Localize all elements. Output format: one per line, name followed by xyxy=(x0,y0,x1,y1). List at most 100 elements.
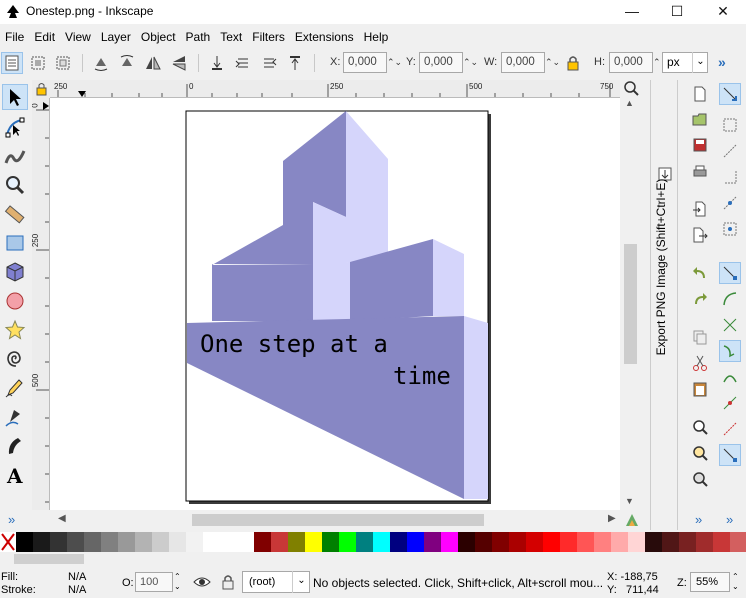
x-spinner[interactable]: ⌃⌄ xyxy=(387,52,402,73)
y-spinner[interactable]: ⌃⌄ xyxy=(463,52,478,73)
snap-nodes-icon[interactable] xyxy=(719,262,741,284)
chevron-down-icon[interactable]: ⌄ xyxy=(292,571,310,593)
snap-line-midpoints-icon[interactable] xyxy=(719,392,741,414)
color-swatch[interactable] xyxy=(118,532,135,552)
color-swatch[interactable] xyxy=(611,532,628,552)
color-swatch[interactable] xyxy=(322,532,339,552)
tweak-tool-icon[interactable] xyxy=(2,143,28,169)
menu-file[interactable]: File xyxy=(0,27,29,47)
menu-object[interactable]: Object xyxy=(136,27,181,47)
color-swatch[interactable] xyxy=(560,532,577,552)
zoom-page-icon[interactable] xyxy=(689,468,711,490)
3d-box-tool-icon[interactable] xyxy=(2,259,28,285)
save-document-icon[interactable] xyxy=(689,134,711,156)
fill-value[interactable]: N/A xyxy=(68,571,86,583)
color-swatch[interactable] xyxy=(628,532,645,552)
new-document-icon[interactable] xyxy=(689,83,711,105)
snap-cusp-nodes-icon[interactable] xyxy=(719,340,741,362)
snap-smooth-nodes-icon[interactable] xyxy=(719,366,741,388)
color-swatch[interactable] xyxy=(220,532,237,552)
zoom-field[interactable]: 55% xyxy=(690,572,730,592)
lower-to-bottom-icon[interactable] xyxy=(206,52,228,74)
color-swatch[interactable] xyxy=(339,532,356,552)
cut-icon[interactable] xyxy=(689,352,711,374)
flip-horizontal-icon[interactable] xyxy=(142,52,164,74)
menu-filters[interactable]: Filters xyxy=(247,27,290,47)
snap-intersections-icon[interactable] xyxy=(719,314,741,336)
menu-edit[interactable]: Edit xyxy=(29,27,60,47)
raise-to-top-icon[interactable] xyxy=(284,52,306,74)
scroll-left-icon[interactable]: ◀ xyxy=(58,513,66,524)
maximize-button[interactable]: ☐ xyxy=(654,0,700,24)
snap-bbox-corner-icon[interactable] xyxy=(719,166,741,188)
horizontal-scrollbar[interactable]: ◀ ▶ xyxy=(50,512,620,528)
eye-visibility-icon[interactable] xyxy=(192,573,212,591)
color-swatch[interactable] xyxy=(203,532,220,552)
menu-extensions[interactable]: Extensions xyxy=(290,27,359,47)
menu-help[interactable]: Help xyxy=(359,27,394,47)
selector-tool-icon[interactable] xyxy=(2,84,28,110)
layer-lock-icon[interactable] xyxy=(220,573,236,591)
drawing-canvas[interactable]: One step at a time xyxy=(50,98,620,510)
stroke-value[interactable]: N/A xyxy=(68,584,86,596)
scroll-down-icon[interactable]: ▼ xyxy=(625,496,634,506)
horizontal-scroll-thumb[interactable] xyxy=(192,514,484,526)
vertical-scrollbar[interactable]: ▲ ▼ xyxy=(622,98,638,510)
y-field[interactable]: 0,000 xyxy=(419,52,463,73)
export-png-tab[interactable]: Export PNG Image (Shift+Ctrl+E) xyxy=(654,177,668,357)
snap-bbox-icon[interactable] xyxy=(719,114,741,136)
color-swatch[interactable] xyxy=(679,532,696,552)
color-swatch[interactable] xyxy=(577,532,594,552)
menu-path[interactable]: Path xyxy=(181,27,216,47)
no-paint-swatch[interactable] xyxy=(0,532,16,552)
color-swatch[interactable] xyxy=(16,532,33,552)
zoom-tool-icon[interactable] xyxy=(2,172,28,198)
export-icon[interactable] xyxy=(689,224,711,246)
minimize-button[interactable]: — xyxy=(609,0,655,24)
opacity-spinner[interactable]: ⌃ ⌄ xyxy=(174,572,184,592)
raise-icon[interactable] xyxy=(258,52,280,74)
text-tool-icon[interactable]: A xyxy=(2,462,28,488)
snap-paths-icon[interactable] xyxy=(719,288,741,310)
color-swatch[interactable] xyxy=(186,532,203,552)
color-swatch[interactable] xyxy=(458,532,475,552)
palette-scrollbar[interactable] xyxy=(14,554,84,564)
select-all-icon[interactable] xyxy=(1,52,23,74)
open-document-icon[interactable] xyxy=(689,108,711,130)
paste-icon[interactable] xyxy=(689,378,711,400)
commands-overflow-icon[interactable]: » xyxy=(695,512,702,527)
snap-bbox-center-icon[interactable] xyxy=(719,218,741,240)
ellipse-tool-icon[interactable] xyxy=(2,288,28,314)
color-swatch[interactable] xyxy=(305,532,322,552)
color-swatch[interactable] xyxy=(254,532,271,552)
lower-icon[interactable] xyxy=(232,52,254,74)
snap-bbox-edge-icon[interactable] xyxy=(719,140,741,162)
color-swatch[interactable] xyxy=(696,532,713,552)
color-manage-icon[interactable] xyxy=(624,512,640,528)
color-swatch[interactable] xyxy=(152,532,169,552)
color-swatch[interactable] xyxy=(84,532,101,552)
menu-layer[interactable]: Layer xyxy=(96,27,136,47)
color-swatch[interactable] xyxy=(424,532,441,552)
color-swatch[interactable] xyxy=(543,532,560,552)
zoom-selection-icon[interactable] xyxy=(689,416,711,438)
rotate-cw-icon[interactable] xyxy=(116,52,138,74)
star-tool-icon[interactable] xyxy=(2,317,28,343)
color-swatch[interactable] xyxy=(509,532,526,552)
toolbox-overflow-icon[interactable]: » xyxy=(8,512,15,527)
pencil-tool-icon[interactable] xyxy=(2,375,28,401)
import-icon[interactable] xyxy=(689,198,711,220)
snap-page-border-icon[interactable] xyxy=(719,444,741,466)
color-swatch[interactable] xyxy=(645,532,662,552)
select-all-layers-icon[interactable] xyxy=(27,52,49,74)
color-swatch[interactable] xyxy=(67,532,84,552)
zoom-drawing-icon[interactable] xyxy=(689,442,711,464)
menu-view[interactable]: View xyxy=(60,27,96,47)
overflow-chevron-icon[interactable]: » xyxy=(718,54,726,70)
height-field[interactable]: 0,000 xyxy=(609,52,653,73)
color-swatch[interactable] xyxy=(526,532,543,552)
snap-object-midpoints-icon[interactable] xyxy=(719,418,741,440)
snap-bbox-midpoint-icon[interactable] xyxy=(719,192,741,214)
deselect-icon[interactable] xyxy=(52,52,74,74)
redo-icon[interactable] xyxy=(689,288,711,310)
